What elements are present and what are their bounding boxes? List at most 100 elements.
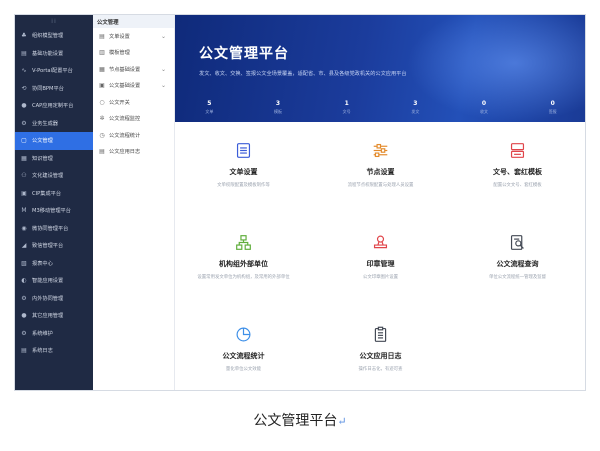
sidebar-item-label: 致信管理平台 xyxy=(32,243,64,250)
submenu-item[interactable]: ▤ 公文应用日志 xyxy=(93,144,174,161)
chevron-down-icon[interactable]: ⌄ xyxy=(161,82,166,89)
feature-card[interactable]: 印章管理 公文印章图片设置 xyxy=(312,231,449,301)
template-icon: ▥ xyxy=(99,49,105,57)
sidebar-item[interactable]: ◐ 智能应用设置 xyxy=(15,272,93,290)
sidebar-item[interactable]: ▦ 知识管理 xyxy=(15,150,93,168)
submenu-item[interactable]: ○ 公文开关 xyxy=(93,94,174,111)
main-sidebar: ⁞⁞ ♣ 组织模型管理 ▤ 基础功能设置 ∿ V-Portal配置平台 ⟲ 协同BPM平台 ● C… xyxy=(15,15,93,390)
stat-label: 收文 xyxy=(480,108,489,114)
sidebar-item[interactable]: ▣ CIP集成平台 xyxy=(15,185,93,203)
sidebar-item[interactable]: ♣ 组织模型管理 xyxy=(15,27,93,45)
feature-card[interactable]: 文单设置 文单权限配置及模板制作等 xyxy=(175,139,312,209)
stat-item: 5 文单 xyxy=(175,95,244,119)
sidebar-item[interactable]: ▤ 基础功能设置 xyxy=(15,45,93,63)
cip-icon: ▣ xyxy=(21,189,27,197)
feature-card-description: 流程节点权限配置与处理人员设置 xyxy=(347,183,414,188)
feature-card-title: 机构组外部单位 xyxy=(219,260,268,268)
stat-item: 1 文号 xyxy=(312,95,381,119)
sidebar-item-label: 业务生成器 xyxy=(32,120,58,127)
submenu-item[interactable]: ✲ 公文流程监控 xyxy=(93,111,174,128)
feature-card-description: 公文印章图片设置 xyxy=(362,275,399,280)
sidebar-item[interactable]: ▤ 系统日志 xyxy=(15,342,93,360)
feature-card[interactable]: 公文流程统计 量化单位公文效能 xyxy=(175,323,312,390)
feature-card[interactable]: 公文应用日志 操作日志化，有迹可查 xyxy=(312,323,449,390)
sidebar-item-label: 协同BPM平台 xyxy=(32,85,64,92)
submenu-item-label: 公文基础设置 xyxy=(109,83,141,90)
doc-form-icon: ▤ xyxy=(99,32,105,40)
sidebar-item[interactable]: ⟲ 协同BPM平台 xyxy=(15,80,93,98)
sidebar-item[interactable]: ◢ 致信管理平台 xyxy=(15,237,93,255)
log-icon: ▤ xyxy=(21,347,27,355)
flow-stats-icon xyxy=(235,326,252,343)
submenu-item[interactable]: ▦ 节点基础设置 ⌄ xyxy=(93,61,174,78)
submenu-item-label: 文单设置 xyxy=(109,33,130,40)
sidebar-item-label: 内外协同管理 xyxy=(32,295,64,302)
smart-icon: ◐ xyxy=(21,277,27,285)
sidebar-item-label: 智能应用设置 xyxy=(32,278,64,285)
sidebar-item-label: 报表中心 xyxy=(32,260,53,267)
stats-bar: 5 文单 3 模板 1 文号 3 发文 0 收文 0 签报 xyxy=(175,95,585,119)
sidebar-item[interactable]: M M3移动管理平台 xyxy=(15,202,93,220)
submenu-title: 公文管理 xyxy=(93,15,174,28)
sidebar-item[interactable]: ▢ 公文管理 xyxy=(15,132,93,150)
zhixin-icon: ◢ xyxy=(21,242,27,250)
settings-panel-icon: ▤ xyxy=(21,49,27,57)
feature-card[interactable]: 机构组外部单位设置常用发文单位为机构组，及常用的外部单位 xyxy=(175,231,312,301)
monitor-icon: ✲ xyxy=(99,115,105,123)
sidebar-item[interactable]: ∿ V-Portal配置平台 xyxy=(15,62,93,80)
chevron-down-icon[interactable]: ⌄ xyxy=(161,33,166,40)
feature-card[interactable]: 节点设置 流程节点权限配置与处理人员设置 xyxy=(312,139,449,209)
sidebar-item-label: 文化建设管理 xyxy=(32,173,64,180)
feature-card[interactable]: 文号、套红模板 配置公文文号、套红模板 xyxy=(449,139,585,209)
knowledge-icon: ▦ xyxy=(21,154,27,162)
feature-card-description: 设置常用发文单位为机构组，及常用的外部单位 xyxy=(197,275,290,280)
sidebar-item[interactable]: ● 其它应用管理 xyxy=(15,307,93,325)
sidebar-item[interactable]: ⚙ 内外协同管理 xyxy=(15,290,93,308)
sidebar-item-label: M3移动管理平台 xyxy=(32,208,71,215)
feature-card-title: 公文流程统计 xyxy=(222,352,265,360)
feature-card[interactable]: 公文流程查询 单位公文流程统一管理及监督 xyxy=(449,231,585,301)
figure-caption: 公文管理平台↵ xyxy=(0,410,600,430)
feature-card-description: 量化单位公文效能 xyxy=(225,367,262,372)
submenu-item[interactable]: ▥ 模板管理 xyxy=(93,45,174,62)
submenu-item[interactable]: ◷ 公文流程统计 xyxy=(93,127,174,144)
stat-label: 发文 xyxy=(411,108,420,114)
stat-item: 3 发文 xyxy=(381,95,450,119)
portal-icon: ∿ xyxy=(21,67,27,75)
stat-label: 文号 xyxy=(342,108,351,114)
sidebar-item[interactable]: ⚙ 系统维护 xyxy=(15,325,93,343)
sidebar-item[interactable]: ⚙ 业务生成器 xyxy=(15,115,93,133)
secondary-menu: 公文管理 ▤ 文单设置 ⌄ ▥ 模板管理 ▦ 节点基础设置 ⌄ ▣ 公文基础设置 ⌄ ○ 公文开关 ✲ 公文… xyxy=(93,15,175,390)
main-content: 公文管理平台 发文、收文、交换、签报公文全场景覆盖，适配省、市、县及各级党政机关… xyxy=(175,15,585,390)
sidebar-item[interactable]: ● CAP应用定制平台 xyxy=(15,97,93,115)
sidebar-item[interactable]: ▧ 报表中心 xyxy=(15,255,93,273)
sidebar-item[interactable]: ⚇ 文化建设管理 xyxy=(15,167,93,185)
doc-base-icon: ▣ xyxy=(99,82,105,90)
feature-card-title: 文单设置 xyxy=(229,168,258,176)
form-settings-icon xyxy=(235,142,252,159)
feature-card-title: 文号、套红模板 xyxy=(493,168,542,176)
sidebar-item-label: 微协同管理平台 xyxy=(32,225,69,232)
app-log-card-icon xyxy=(372,326,389,343)
submenu-item-label: 公文开关 xyxy=(109,99,130,106)
page-subtitle: 发文、收文、交换、签报公文全场景覆盖，适配省、市、县及各级党政机关的公文应用平台 xyxy=(199,71,407,77)
stat-value: 0 xyxy=(550,99,555,107)
stat-label: 签报 xyxy=(548,108,557,114)
stat-label: 文单 xyxy=(205,108,214,114)
report-icon: ▧ xyxy=(21,259,27,267)
submenu-item[interactable]: ▣ 公文基础设置 ⌄ xyxy=(93,78,174,95)
flow-query-icon xyxy=(509,234,526,251)
chevron-down-icon[interactable]: ⌄ xyxy=(161,66,166,73)
submenu-item-label: 公文流程监控 xyxy=(109,116,141,123)
seal-icon xyxy=(372,234,389,251)
maintenance-icon: ⚙ xyxy=(21,329,27,337)
app-window: ⁞⁞ ♣ 组织模型管理 ▤ 基础功能设置 ∿ V-Portal配置平台 ⟲ 协同BPM平台 ● C… xyxy=(14,14,586,391)
sidebar-item[interactable]: ◉ 微协同管理平台 xyxy=(15,220,93,238)
node-icon: ▦ xyxy=(99,65,105,73)
feature-card-description: 操作日志化，有迹可查 xyxy=(358,367,403,372)
submenu-item[interactable]: ▤ 文单设置 ⌄ xyxy=(93,28,174,45)
feature-card-description: 单位公文流程统一管理及监督 xyxy=(488,275,547,280)
sidebar-item-label: 系统日志 xyxy=(32,348,53,355)
submenu-item-label: 公文应用日志 xyxy=(109,149,141,156)
collapse-handle[interactable]: ⁞⁞ xyxy=(15,15,93,27)
